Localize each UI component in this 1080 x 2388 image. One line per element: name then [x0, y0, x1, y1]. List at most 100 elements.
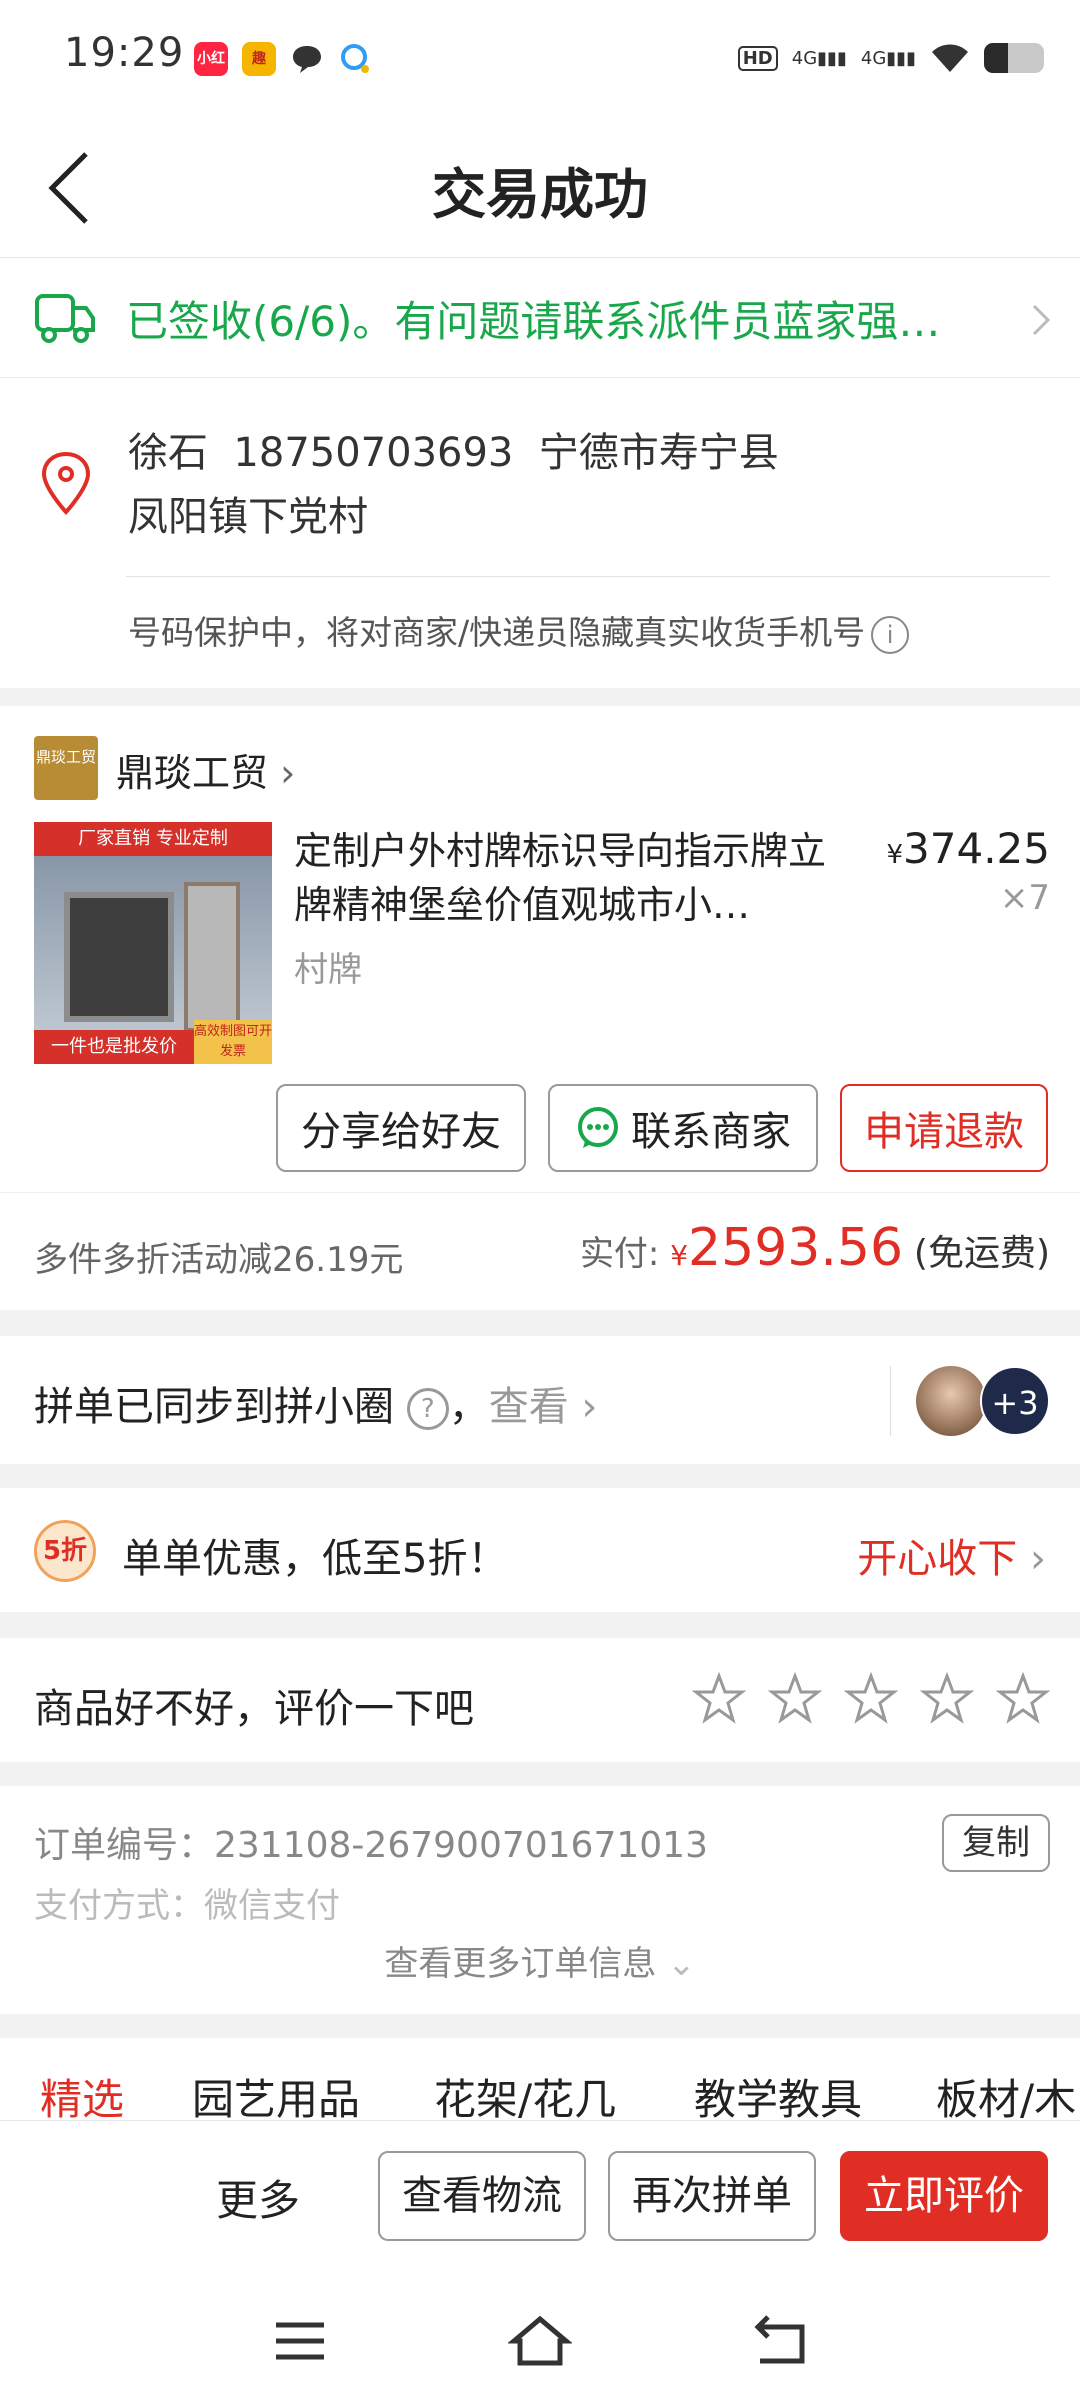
status-indicators: HD 4G▮▮▮ 4G▮▮▮ — [737, 36, 1044, 80]
paid-symbol: ¥ — [670, 1239, 689, 1272]
back-icon[interactable] — [752, 2311, 808, 2371]
contact-seller-label: 联系商家 — [631, 1109, 791, 1155]
logistics-status: 已签收(6/6)。有问题请联系派件员蓝家强… — [126, 297, 941, 346]
nav-bar: 交易成功 — [0, 110, 1080, 258]
image-banner: 厂家直销 专业定制 — [34, 822, 272, 856]
divider — [126, 576, 1050, 577]
contact-seller-button[interactable]: 联系商家 — [548, 1084, 818, 1172]
help-icon[interactable]: ? — [406, 1388, 449, 1430]
tab-flower-stand[interactable]: 花架/花几 — [434, 2066, 616, 2120]
signal-icon-2: 4G▮▮▮ — [860, 47, 916, 69]
chevron-right-icon: › — [1030, 1536, 1046, 1582]
signal-label: 4G — [791, 47, 818, 69]
product-spec: 村牌 — [294, 950, 362, 990]
chat-icon — [338, 42, 372, 76]
location-pin-icon — [41, 451, 91, 515]
status-bar: 19:29 小红书 趣 HD 4G▮▮▮ 4G▮▮▮ — [0, 0, 1080, 110]
avatar — [916, 1366, 986, 1436]
sign-graphic-2 — [184, 882, 240, 1032]
pin-circle-row[interactable]: 拼单已同步到拼小圈 ? ，查看 › +3 — [0, 1336, 1080, 1464]
signal-label-2: 4G — [860, 47, 887, 69]
star-icon[interactable] — [692, 1672, 746, 1726]
discount-badge-icon: 5折 — [34, 1520, 96, 1582]
status-time: 19:29 — [64, 30, 185, 76]
recipient-line: 徐石 18750703693 宁德市寿宁县 — [128, 430, 779, 476]
order-number: 订单编号：231108-267900701671013 — [34, 1825, 708, 1866]
comma: ， — [448, 1384, 489, 1430]
rating-row: 商品好不好，评价一下吧 — [0, 1638, 1080, 1762]
payment-method: 支付方式：微信支付 — [34, 1886, 340, 1926]
star-icon[interactable] — [996, 1672, 1050, 1726]
chevron-right-icon: › — [568, 1384, 598, 1430]
product-title[interactable]: 定制户外村牌标识导向指示牌立牌精神堡垒价值观城市小… — [294, 824, 854, 932]
product-image[interactable]: 厂家直销 专业定制 一件也是批发价 高效制图可开发票 — [34, 822, 272, 1064]
paid-value: 2593.56 — [688, 1218, 904, 1278]
divider — [0, 1192, 1080, 1193]
wechat-icon — [578, 1107, 618, 1148]
address-card[interactable]: 徐石 18750703693 宁德市寿宁县 凤阳镇下党村 号码保护中，将对商家/… — [0, 378, 1080, 688]
share-button[interactable]: 分享给好友 — [276, 1084, 526, 1172]
copy-button[interactable]: 复制 — [942, 1814, 1050, 1872]
review-now-button[interactable]: 立即评价 — [840, 2151, 1048, 2241]
price-symbol: ¥ — [886, 840, 904, 870]
address-line: 凤阳镇下党村 — [128, 494, 368, 540]
sign-graphic — [64, 892, 174, 1022]
star-rating — [692, 1672, 1050, 1726]
shop-logo: 鼎琰工贸 — [34, 736, 98, 800]
pin-sync-label: 拼单已同步到拼小圈 — [34, 1384, 394, 1430]
unit-price: ¥374.25 — [886, 824, 1050, 873]
rebuy-button[interactable]: 再次拼单 — [608, 2151, 816, 2241]
phone-protect-text: 号码保护中，将对商家/快递员隐藏真实收货手机号 — [128, 613, 866, 652]
accept-promo-button[interactable]: 开心收下 › — [857, 1526, 1046, 1584]
xiaohongshu-icon: 小红书 — [194, 42, 228, 101]
qutoutiao-icon: 趣 — [242, 42, 276, 76]
refund-button[interactable]: 申请退款 — [840, 1084, 1048, 1172]
tab-selected[interactable]: 精选 — [40, 2066, 124, 2120]
menu-icon[interactable] — [272, 2311, 328, 2371]
truck-icon — [35, 294, 95, 343]
more-order-info[interactable]: 查看更多订单信息 ⌄ — [0, 1936, 1080, 1985]
info-icon[interactable]: i — [871, 615, 910, 654]
shop-name[interactable]: 鼎琰工贸 › — [116, 742, 295, 797]
image-badge: 高效制图可开发票 — [194, 1020, 272, 1064]
view-link[interactable]: 查看 — [489, 1384, 569, 1430]
page-title: 交易成功 — [432, 163, 648, 226]
pin-sync-text: 拼单已同步到拼小圈 ? ，查看 › — [34, 1374, 597, 1432]
order-info: 订单编号：231108-267900701671013 支付方式：微信支付 复制… — [0, 1786, 1080, 2014]
tab-boards[interactable]: 板材/木 — [936, 2066, 1076, 2120]
home-icon[interactable] — [508, 2311, 572, 2371]
hd-icon: HD — [737, 45, 778, 71]
avatar-more: +3 — [980, 1366, 1050, 1436]
shop-name-text: 鼎琰工贸 — [116, 751, 269, 795]
star-icon[interactable] — [768, 1672, 822, 1726]
view-logistics-button[interactable]: 查看物流 — [378, 2151, 586, 2241]
wifi-icon — [932, 44, 968, 72]
phone-protect-note: 号码保护中，将对商家/快递员隐藏真实收货手机号 i — [128, 606, 910, 654]
more-button[interactable]: 更多 — [216, 2167, 300, 2228]
star-icon[interactable] — [920, 1672, 974, 1726]
paid-label: 实付: — [579, 1234, 660, 1274]
battery-icon — [984, 43, 1044, 73]
discount-text: 多件多折活动减26.19元 — [34, 1240, 404, 1280]
more-order-info-label: 查看更多订单信息 — [384, 1944, 657, 1984]
promo-text: 单单优惠，低至5折！ — [122, 1536, 508, 1582]
tab-garden[interactable]: 园艺用品 — [192, 2066, 360, 2120]
star-icon[interactable] — [844, 1672, 898, 1726]
tab-teaching[interactable]: 教学教具 — [694, 2066, 862, 2120]
signal-icon: 4G▮▮▮ — [791, 47, 847, 69]
order-card: 鼎琰工贸 鼎琰工贸 › 厂家直销 专业定制 一件也是批发价 高效制图可开发票 定… — [0, 706, 1080, 1310]
price-value: 374.25 — [903, 824, 1050, 873]
category-tabs: 精选 园艺用品 花架/花几 教学教具 板材/木 — [0, 2038, 1080, 2120]
paid-amount: 实付: ¥2593.56 (免运费) — [580, 1218, 1050, 1278]
logistics-row[interactable]: 已签收(6/6)。有问题请联系派件员蓝家强… — [0, 258, 1080, 378]
chevron-right-icon — [1032, 304, 1051, 336]
promo-row[interactable]: 5折 单单优惠，低至5折！ 开心收下 › — [0, 1488, 1080, 1612]
chevron-right-icon: › — [280, 751, 296, 795]
image-footer: 一件也是批发价 — [34, 1030, 194, 1064]
message-icon — [290, 42, 324, 76]
accept-promo-label: 开心收下 — [857, 1536, 1018, 1582]
bottom-action-bar: 更多 查看物流 再次拼单 立即评价 — [0, 2120, 1080, 2388]
chevron-down-icon: ⌄ — [667, 1944, 696, 1984]
divider — [890, 1366, 891, 1436]
quantity: ×7 — [999, 878, 1050, 918]
